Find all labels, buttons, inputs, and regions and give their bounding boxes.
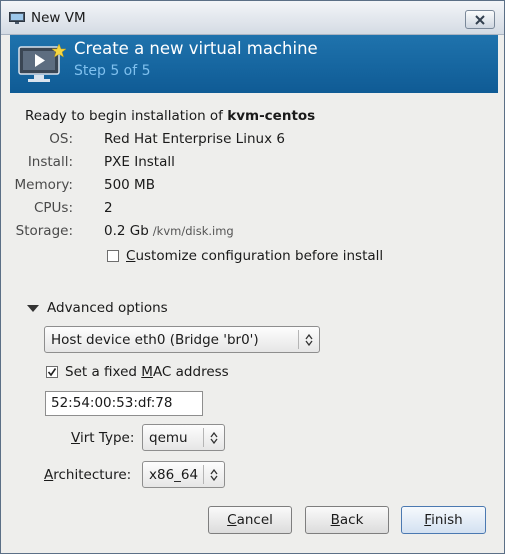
storage-size: 0.2 Gb: [104, 223, 149, 239]
wizard-content: Ready to begin installation of kvm-cento…: [1, 93, 504, 553]
summary-row-storage: Storage: 0.2 Gb/kvm/disk.img: [1, 223, 481, 241]
customize-checkbox[interactable]: [107, 250, 119, 262]
cpus-value: 2: [104, 200, 113, 216]
storage-path: /kvm/disk.img: [152, 224, 234, 238]
cpus-label: CPUs:: [33, 200, 73, 216]
memory-value: 500 MB: [104, 177, 155, 193]
checkmark-icon: [47, 368, 57, 377]
cancel-button[interactable]: Cancel: [208, 506, 292, 534]
network-select[interactable]: Host device eth0 (Bridge 'br0'): [44, 326, 320, 353]
summary-row-cpus: CPUs: 2: [1, 200, 481, 218]
back-label: Back: [330, 512, 364, 528]
fixed-mac-checkbox[interactable]: [46, 366, 58, 378]
os-label: OS:: [49, 131, 73, 147]
os-value: Red Hat Enterprise Linux 6: [104, 131, 285, 147]
install-value: PXE Install: [104, 154, 175, 170]
summary-row-os: OS: Red Hat Enterprise Linux 6: [1, 131, 481, 149]
updown-arrows-icon: [204, 468, 224, 481]
advanced-options-expander[interactable]: Advanced options: [27, 300, 168, 316]
wizard-header: Create a new virtual machine Step 5 of 5: [10, 35, 498, 93]
new-vm-window: New VM Create a new virtual machine Step…: [0, 0, 505, 554]
install-label: Install:: [27, 154, 73, 170]
advanced-options-label: Advanced options: [47, 300, 168, 316]
updown-arrows-icon: [299, 333, 319, 346]
finish-label: Finish: [424, 512, 463, 528]
finish-button[interactable]: Finish: [401, 506, 486, 534]
title-bar: New VM: [1, 1, 504, 35]
memory-label: Memory:: [14, 177, 73, 193]
monitor-icon: [9, 12, 25, 24]
summary-row-install: Install: PXE Install: [1, 154, 481, 172]
virt-type-label: Virt Type:: [71, 430, 135, 446]
network-select-value: Host device eth0 (Bridge 'br0'): [51, 331, 259, 348]
mac-address-input[interactable]: 52:54:00:53:df:78: [45, 391, 203, 416]
architecture-value: x86_64: [149, 466, 199, 483]
virt-type-value: qemu: [149, 429, 188, 446]
wizard-title: Create a new virtual machine: [74, 39, 318, 58]
architecture-label: Architecture:: [44, 467, 132, 483]
storage-value: 0.2 Gb/kvm/disk.img: [104, 223, 234, 239]
vm-name: kvm-centos: [227, 108, 316, 124]
expander-arrow-icon: [27, 304, 39, 312]
fixed-mac-checkbox-row[interactable]: Set a fixed MAC address: [46, 364, 229, 380]
updown-arrows-icon: [204, 431, 224, 444]
virtual-machine-icon: [18, 43, 66, 82]
storage-label: Storage:: [15, 223, 73, 239]
ready-message: Ready to begin installation of kvm-cento…: [25, 108, 315, 124]
back-button[interactable]: Back: [305, 506, 389, 534]
architecture-select[interactable]: x86_64: [142, 461, 225, 488]
window-title: New VM: [31, 10, 86, 26]
close-icon: [475, 14, 485, 25]
ready-prefix: Ready to begin installation of: [25, 108, 228, 124]
summary-row-memory: Memory: 500 MB: [1, 177, 481, 195]
close-button[interactable]: [465, 10, 495, 29]
customize-label: Customize configuration before install: [126, 248, 384, 264]
wizard-step: Step 5 of 5: [74, 63, 151, 79]
cancel-label: Cancel: [227, 512, 273, 528]
fixed-mac-label: Set a fixed MAC address: [65, 364, 229, 380]
virt-type-select[interactable]: qemu: [142, 424, 225, 451]
customize-checkbox-row[interactable]: Customize configuration before install: [107, 248, 383, 264]
